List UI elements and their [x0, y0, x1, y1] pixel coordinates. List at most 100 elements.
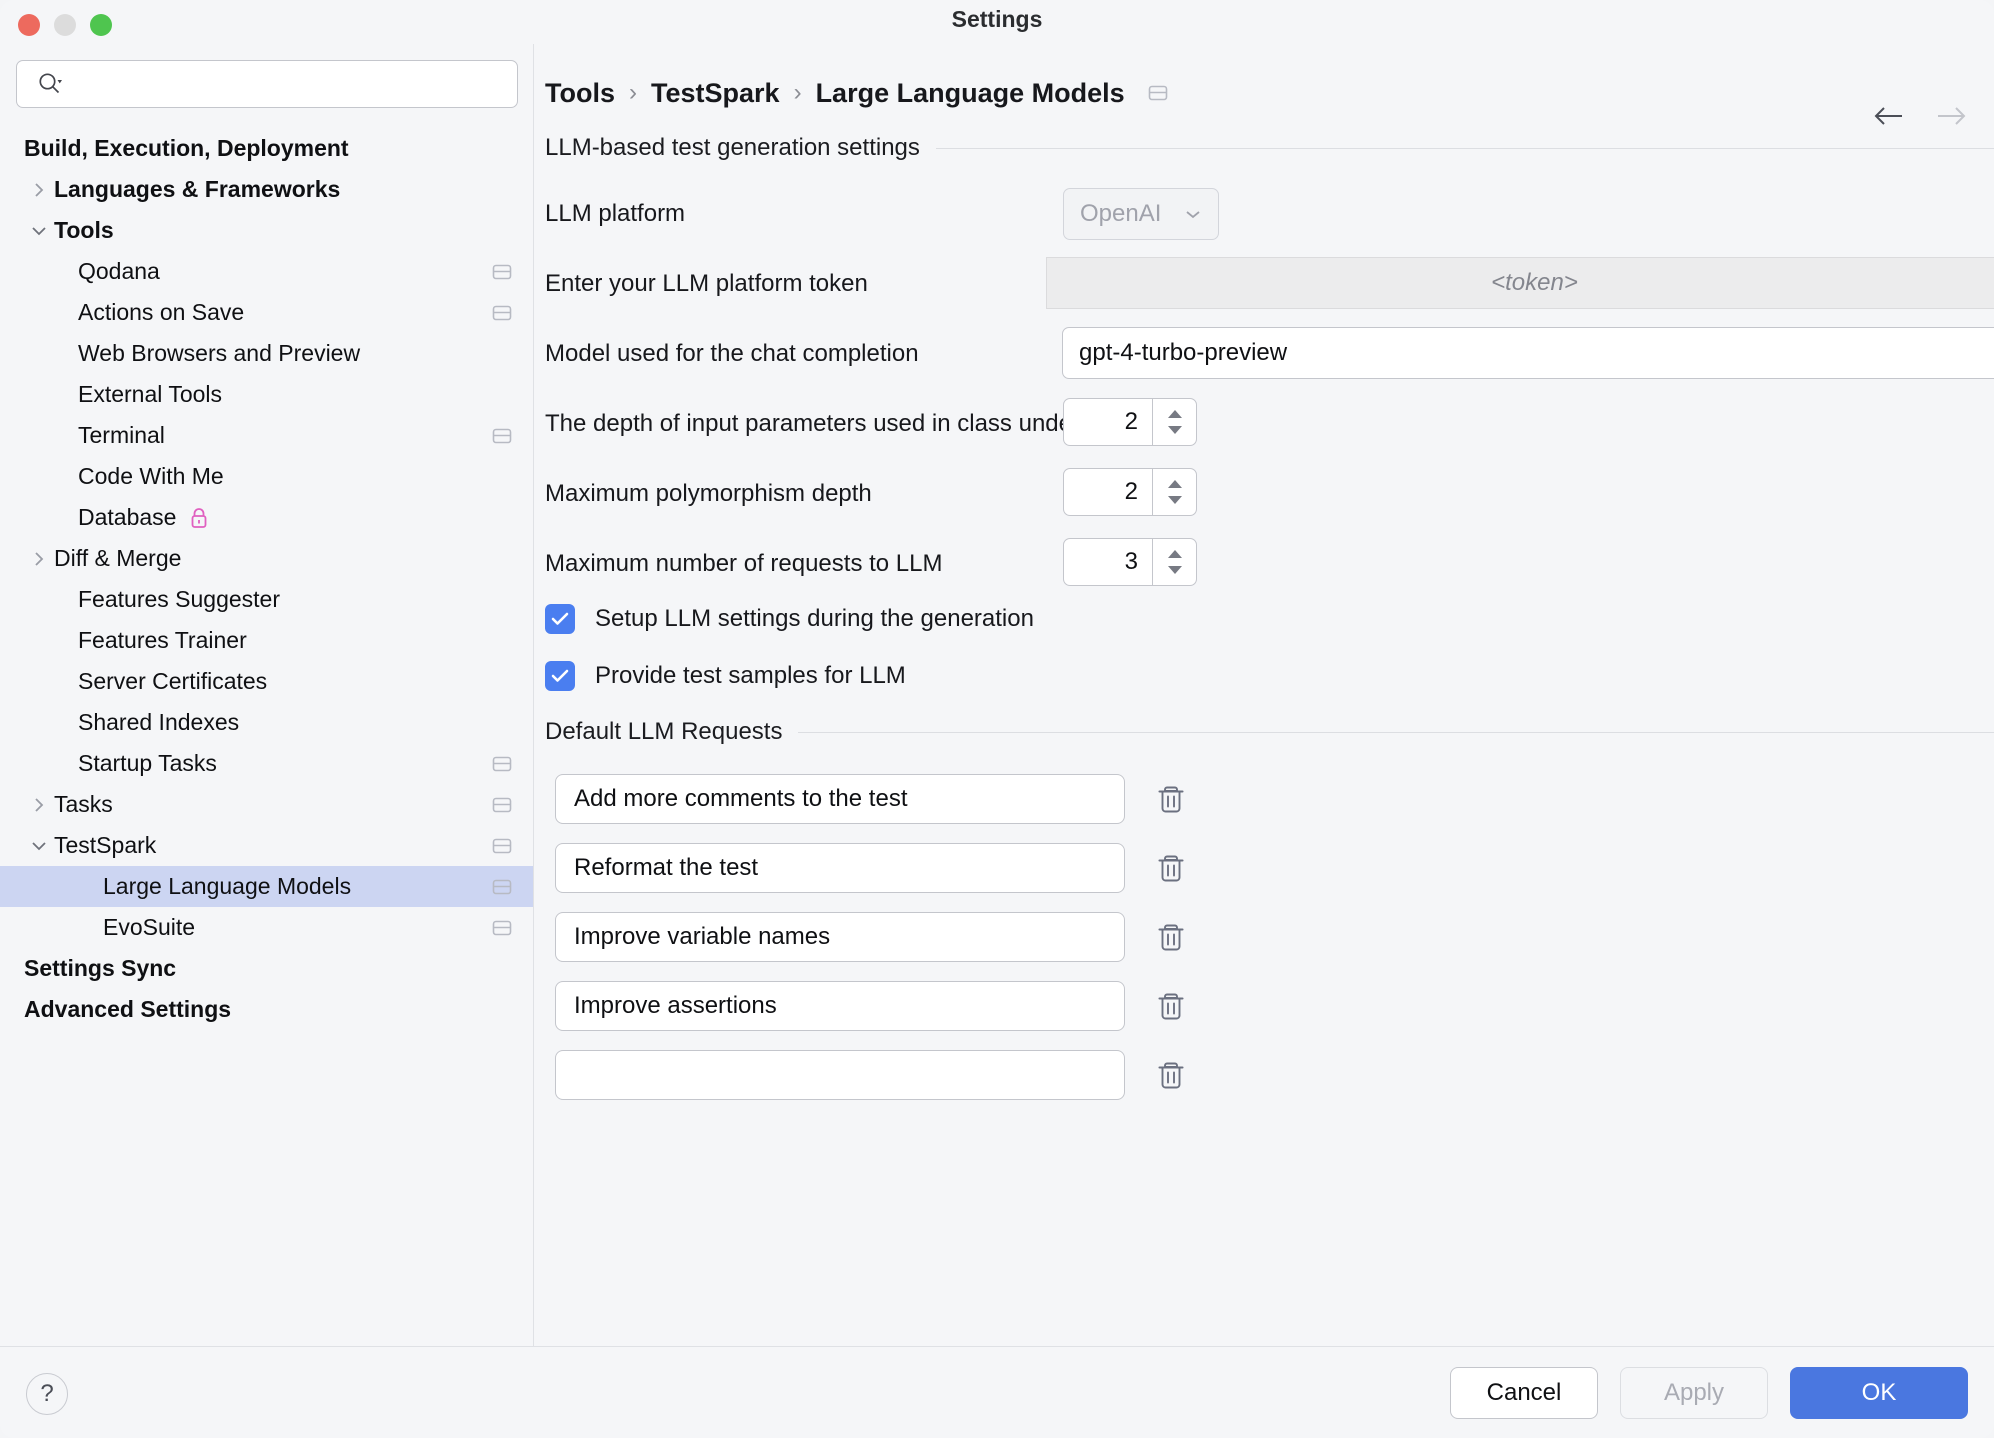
- sidebar-item-advanced-settings[interactable]: Advanced Settings: [0, 989, 533, 1030]
- sidebar-item-terminal[interactable]: Terminal: [0, 415, 533, 456]
- request-value: Improve assertions: [574, 992, 777, 1019]
- delete-request-icon[interactable]: [1125, 920, 1187, 954]
- sidebar-item-label: Large Language Models: [103, 873, 352, 899]
- setup-llm-checkbox[interactable]: [545, 604, 575, 634]
- llm-platform-dropdown[interactable]: OpenAI: [1063, 188, 1219, 240]
- sidebar-item-server-certificates[interactable]: Server Certificates: [0, 661, 533, 702]
- llm-platform-value: OpenAI: [1080, 200, 1162, 227]
- delete-request-icon[interactable]: [1125, 782, 1187, 816]
- sidebar-item-code-with-me[interactable]: Code With Me: [0, 456, 533, 497]
- sidebar-item-shared-indexes[interactable]: Shared Indexes: [0, 702, 533, 743]
- sidebar-item-external-tools[interactable]: External Tools: [0, 374, 533, 415]
- sidebar-item-startup-tasks[interactable]: Startup Tasks: [0, 743, 533, 784]
- sidebar-item-tools[interactable]: Tools: [0, 210, 533, 251]
- field-row-max-requests: Maximum number of requests to LLM: [545, 538, 1994, 590]
- navigation-arrows: [1872, 104, 1968, 128]
- request-row: Improve assertions: [555, 981, 1187, 1031]
- setup-llm-label: Setup LLM settings during the generation: [595, 605, 1034, 632]
- chevron-down-icon[interactable]: [24, 838, 54, 854]
- help-button[interactable]: ?: [26, 1373, 68, 1415]
- project-scope-icon: [491, 917, 513, 939]
- breadcrumb-item-tools[interactable]: Tools: [545, 78, 615, 109]
- stepper-buttons[interactable]: [1152, 469, 1196, 515]
- sidebar-item-features-suggester[interactable]: Features Suggester: [0, 579, 533, 620]
- request-row: [555, 1050, 1187, 1100]
- sidebar-item-label: TestSpark: [54, 832, 157, 858]
- model-label: Model used for the chat completion: [545, 340, 919, 367]
- token-label: Enter your LLM platform token: [545, 270, 868, 297]
- forward-arrow-icon: [1934, 104, 1968, 128]
- sidebar-item-diff-merge[interactable]: Diff & Merge: [0, 538, 533, 579]
- checkbox-row-setup-llm[interactable]: Setup LLM settings during the generation: [545, 604, 1034, 634]
- sidebar-item-label: Settings Sync: [24, 955, 177, 981]
- request-input[interactable]: Reformat the test: [555, 843, 1125, 893]
- chevron-down-icon: [1184, 208, 1202, 220]
- sidebar-item-label: Database: [78, 504, 177, 530]
- project-scope-icon: [491, 835, 513, 857]
- chevron-down-icon[interactable]: [24, 223, 54, 239]
- stepper-buttons[interactable]: [1152, 539, 1196, 585]
- sidebar-item-testspark[interactable]: TestSpark: [0, 825, 533, 866]
- group-divider: [798, 731, 1994, 733]
- field-row-polymorphism: Maximum polymorphism depth: [545, 468, 1994, 520]
- sidebar-item-label: Features Trainer: [78, 627, 247, 653]
- sidebar-item-qodana[interactable]: Qodana: [0, 251, 533, 292]
- token-placeholder: <token>: [1491, 269, 1578, 296]
- settings-main-panel: Tools › TestSpark › Large Language Model…: [535, 44, 1994, 1346]
- chevron-right-icon[interactable]: [24, 548, 54, 570]
- sidebar-item-actions-on-save[interactable]: Actions on Save: [0, 292, 533, 333]
- chevron-right-icon[interactable]: [24, 179, 54, 201]
- checkbox-row-test-samples[interactable]: Provide test samples for LLM: [545, 661, 906, 691]
- request-value: Improve variable names: [574, 923, 831, 950]
- depth-stepper[interactable]: 2: [1063, 398, 1197, 446]
- sidebar-item-large-language-models[interactable]: Large Language Models: [0, 866, 533, 907]
- request-value: Reformat the test: [574, 854, 759, 881]
- depth-label: The depth of input parameters used in cl…: [545, 410, 1138, 437]
- sidebar-item-web-browsers-and-preview[interactable]: Web Browsers and Preview: [0, 333, 533, 374]
- delete-request-icon[interactable]: [1125, 1058, 1187, 1092]
- chevron-right-icon[interactable]: [24, 794, 54, 816]
- request-input[interactable]: [555, 1050, 1125, 1100]
- sidebar-item-features-trainer[interactable]: Features Trainer: [0, 620, 533, 661]
- group-header-default-requests: Default LLM Requests: [545, 718, 1994, 746]
- delete-request-icon[interactable]: [1125, 851, 1187, 885]
- stepper-down-icon: [1167, 426, 1182, 434]
- llm-platform-label: LLM platform: [545, 200, 686, 227]
- sidebar-item-languages-frameworks[interactable]: Languages & Frameworks: [0, 169, 533, 210]
- max-requests-stepper[interactable]: 3: [1063, 538, 1197, 586]
- stepper-buttons[interactable]: [1152, 399, 1196, 445]
- depth-value: 2: [1124, 408, 1138, 435]
- sidebar-item-label: Code With Me: [78, 463, 224, 489]
- max-requests-label: Maximum number of requests to LLM: [545, 550, 943, 577]
- request-input[interactable]: Improve assertions: [555, 981, 1125, 1031]
- delete-request-icon[interactable]: [1125, 989, 1187, 1023]
- llm-token-input[interactable]: <token>: [1046, 257, 1994, 309]
- ok-button[interactable]: OK: [1790, 1367, 1968, 1419]
- request-row: Reformat the test: [555, 843, 1187, 893]
- polymorphism-stepper[interactable]: 2: [1063, 468, 1197, 516]
- request-row: Add more comments to the test: [555, 774, 1187, 824]
- request-input[interactable]: Add more comments to the test: [555, 774, 1125, 824]
- model-input[interactable]: gpt-4-turbo-preview: [1062, 327, 1994, 379]
- settings-content: LLM-based test generation settings LLM p…: [535, 126, 1994, 1346]
- group-header-llm-settings: LLM-based test generation settings: [545, 134, 1994, 162]
- sidebar-item-build-execution-deployment[interactable]: Build, Execution, Deployment: [0, 128, 533, 169]
- sidebar-item-tasks[interactable]: Tasks: [0, 784, 533, 825]
- cancel-button[interactable]: Cancel: [1450, 1367, 1598, 1419]
- sidebar-item-evosuite[interactable]: EvoSuite: [0, 907, 533, 948]
- group-divider: [935, 147, 1994, 149]
- search-input[interactable]: [16, 60, 518, 108]
- request-row: Improve variable names: [555, 912, 1187, 962]
- sidebar-item-database[interactable]: Database: [0, 497, 533, 538]
- sidebar-item-label: Shared Indexes: [78, 709, 240, 735]
- test-samples-checkbox[interactable]: [545, 661, 575, 691]
- back-arrow-icon[interactable]: [1872, 104, 1906, 128]
- project-scope-icon: [491, 753, 513, 775]
- request-input[interactable]: Improve variable names: [555, 912, 1125, 962]
- group-title: LLM-based test generation settings: [545, 134, 920, 161]
- sidebar-item-settings-sync[interactable]: Settings Sync: [0, 948, 533, 989]
- sidebar-item-label: Qodana: [78, 258, 160, 284]
- sidebar-item-label: Advanced Settings: [24, 996, 232, 1022]
- lock-icon: [176, 506, 210, 530]
- breadcrumb-item-testspark[interactable]: TestSpark: [651, 78, 780, 109]
